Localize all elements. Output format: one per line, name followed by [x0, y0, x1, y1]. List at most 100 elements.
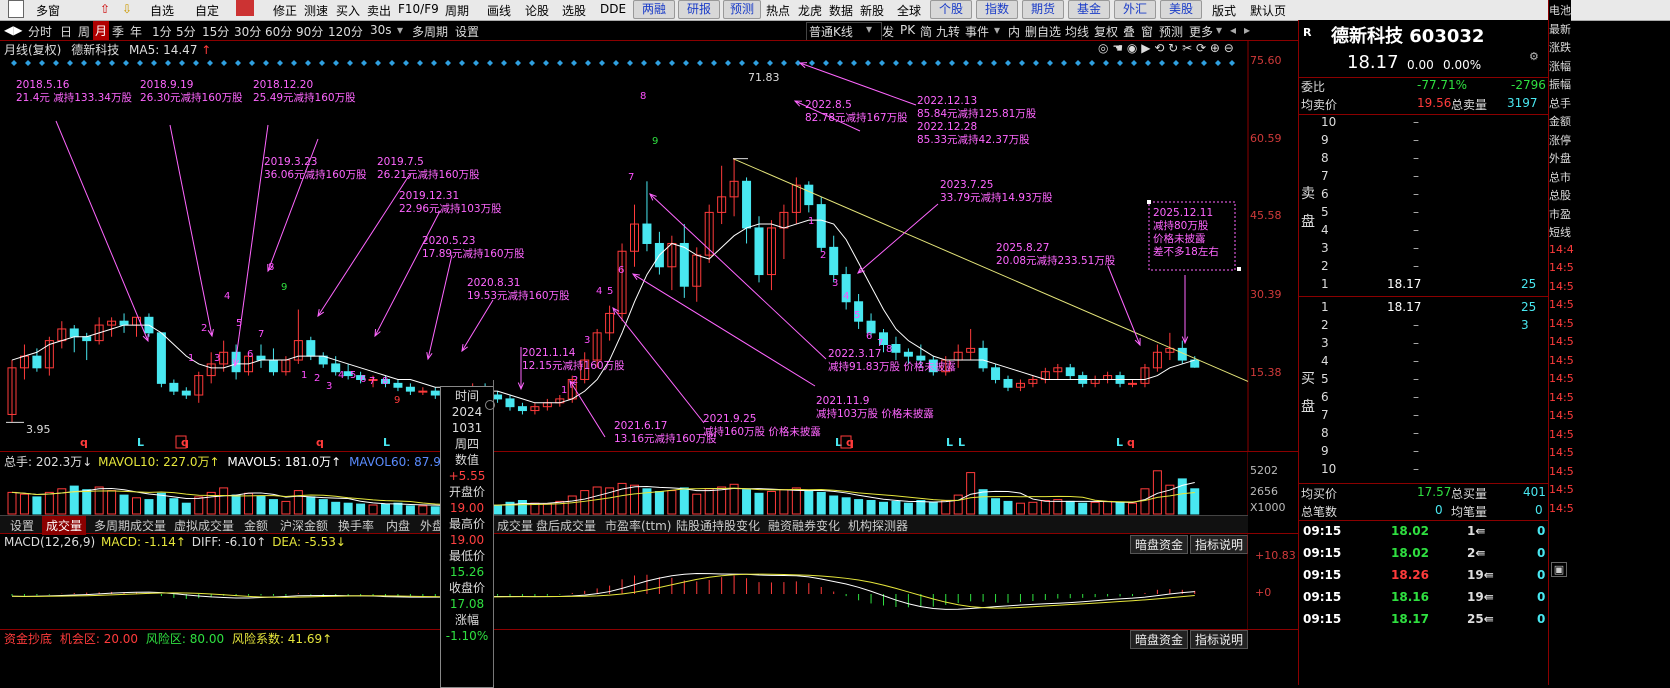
btn-adjust[interactable]: 复权	[1094, 23, 1118, 40]
buy-row[interactable]: 1 18.17 25	[1299, 300, 1549, 318]
up-arrow-icon[interactable]: ⇧	[100, 2, 110, 16]
chevron-down-icon[interactable]: ▾	[1216, 23, 1222, 37]
sell-row[interactable]: 5–	[1299, 205, 1549, 223]
toolbar-global[interactable]: 全球	[897, 2, 921, 19]
buy-row[interactable]: 9–	[1299, 444, 1549, 462]
toolbar-reports[interactable]: 研报	[678, 0, 720, 19]
btn-inner[interactable]: 内	[1008, 23, 1020, 40]
chevron-down-icon[interactable]: ▾	[994, 23, 1000, 37]
sell-row[interactable]: 9–	[1299, 133, 1549, 151]
tab-volume-2[interactable]: 成交量	[497, 517, 533, 534]
sell-row[interactable]: 3–	[1299, 241, 1549, 259]
toolbar-custom[interactable]: 自定	[195, 2, 219, 19]
toolbar-default-page[interactable]: 默认页	[1250, 2, 1286, 19]
buy-row[interactable]: 8–	[1299, 426, 1549, 444]
period-intraday[interactable]: 分时	[28, 23, 52, 40]
tab-after-hours[interactable]: 盘后成交量	[536, 517, 596, 534]
tab-amount[interactable]: 金额	[244, 517, 268, 534]
toolbar-multiwindow[interactable]: 多窗	[36, 2, 60, 19]
toolbar-layout[interactable]: 版式	[1212, 2, 1236, 19]
btn-more[interactable]: 更多	[1189, 23, 1213, 40]
collapse-icon[interactable]: ◂	[1230, 23, 1236, 37]
sell-row[interactable]: 2–	[1299, 259, 1549, 277]
period-month[interactable]: 月	[93, 21, 110, 40]
period-1min[interactable]: 1分	[152, 23, 172, 40]
toolbar-funds[interactable]: 基金	[1068, 0, 1110, 19]
dark-pool-button-2[interactable]: 暗盘资金	[1130, 630, 1189, 649]
period-multi[interactable]: 多周期	[412, 23, 448, 40]
tab-margin-change[interactable]: 融资融券变化	[768, 517, 840, 534]
period-5min[interactable]: 5分	[176, 23, 196, 40]
tab-turnover[interactable]: 换手率	[338, 517, 374, 534]
grid-icon[interactable]: ▣	[1551, 562, 1567, 577]
toolbar-index[interactable]: 指数	[976, 0, 1018, 19]
period-15min[interactable]: 15分	[202, 23, 229, 40]
period-quarter[interactable]: 季	[112, 23, 124, 40]
period-year[interactable]: 年	[130, 23, 142, 40]
tab-northbound[interactable]: 陆股通持股变化	[676, 517, 760, 534]
btn-simple[interactable]: 简	[920, 23, 932, 40]
indicator-help-button-2[interactable]: 指标说明	[1190, 630, 1249, 649]
toolbar-f10[interactable]: F10/F9	[398, 2, 439, 16]
buy-row[interactable]: 2 – 3	[1299, 318, 1549, 336]
toolbar-data[interactable]: 数据	[829, 2, 853, 19]
toolbar-stock[interactable]: 个股	[930, 0, 972, 19]
btn-forecast[interactable]: 预测	[1159, 23, 1183, 40]
toolbar-ipo[interactable]: 新股	[860, 2, 884, 19]
toolbar-futures[interactable]: 期货	[1022, 0, 1064, 19]
tab-inner-volume[interactable]: 内盘	[386, 517, 410, 534]
period-30s[interactable]: 30s	[370, 23, 392, 37]
toolbar-dde[interactable]: DDE	[600, 2, 626, 16]
btn-ma[interactable]: 均线	[1065, 23, 1089, 40]
tab-multi-volume[interactable]: 多周期成交量	[94, 517, 166, 534]
btn-overlay[interactable]: 叠	[1123, 23, 1135, 40]
btn-remove-watch[interactable]: 删自选	[1025, 23, 1061, 40]
toolbar-period[interactable]: 周期	[445, 2, 469, 19]
period-30min[interactable]: 30分	[234, 23, 261, 40]
btn-pk[interactable]: PK	[900, 23, 915, 37]
buy-row[interactable]: 4–	[1299, 354, 1549, 372]
tab-settings[interactable]: 设置	[10, 517, 34, 534]
toolbar-buy[interactable]: 买入	[336, 2, 360, 19]
crosshair-handle-icon[interactable]	[485, 400, 495, 410]
tab-pe-ttm[interactable]: 市盈率(ttm)	[605, 517, 671, 534]
period-week[interactable]: 周	[78, 23, 90, 40]
toolbar-dragon[interactable]: 龙虎	[798, 2, 822, 19]
toolbar-watchlist[interactable]: 自选	[150, 2, 174, 19]
toolbar-speedtest[interactable]: 测速	[304, 2, 328, 19]
btn-events[interactable]: 事件	[965, 23, 989, 40]
play-icon[interactable]: ◀▶	[4, 23, 22, 37]
period-120min[interactable]: 120分	[328, 23, 363, 40]
down-arrow-icon[interactable]: ⇩	[122, 2, 132, 16]
buy-row[interactable]: 6–	[1299, 390, 1549, 408]
dropdown-icon[interactable]: ▾	[397, 23, 403, 37]
tab-sh-sz-amount[interactable]: 沪深金额	[280, 517, 328, 534]
toolbar-draw[interactable]: 画线	[487, 2, 511, 19]
toolbar-margin[interactable]: 两融	[633, 0, 675, 19]
btn-fa[interactable]: 发	[882, 23, 894, 40]
buy-row[interactable]: 10 –	[1299, 462, 1549, 480]
btn-jiuzhuan[interactable]: 九转	[936, 23, 960, 40]
sell-row[interactable]: 10 –	[1299, 115, 1549, 133]
window-icon[interactable]	[8, 0, 24, 18]
period-60min[interactable]: 60分	[265, 23, 292, 40]
chevron-down-icon[interactable]: ▾	[866, 22, 872, 36]
toolbar-sell[interactable]: 卖出	[367, 2, 391, 19]
toolbar-screener[interactable]: 选股	[562, 2, 586, 19]
toolbar-hot[interactable]: 热点	[766, 2, 790, 19]
sell-row[interactable]: 8–	[1299, 151, 1549, 169]
sell-row[interactable]: 7–	[1299, 169, 1549, 187]
buy-row[interactable]: 3–	[1299, 336, 1549, 354]
btn-window[interactable]: 窗	[1141, 23, 1153, 40]
period-90min[interactable]: 90分	[296, 23, 323, 40]
period-day[interactable]: 日	[60, 23, 72, 40]
toolbar-us-stocks[interactable]: 美股	[1160, 0, 1202, 19]
period-settings[interactable]: 设置	[455, 23, 479, 40]
sell-row[interactable]: 6–	[1299, 187, 1549, 205]
expand-icon[interactable]: ▸	[1244, 23, 1250, 37]
toolbar-forex[interactable]: 外汇	[1114, 0, 1156, 19]
buy-row[interactable]: 5–	[1299, 372, 1549, 390]
tab-virtual-volume[interactable]: 虚拟成交量	[174, 517, 234, 534]
toolbar-correct[interactable]: 修正	[273, 2, 297, 19]
buy-row[interactable]: 7–	[1299, 408, 1549, 426]
